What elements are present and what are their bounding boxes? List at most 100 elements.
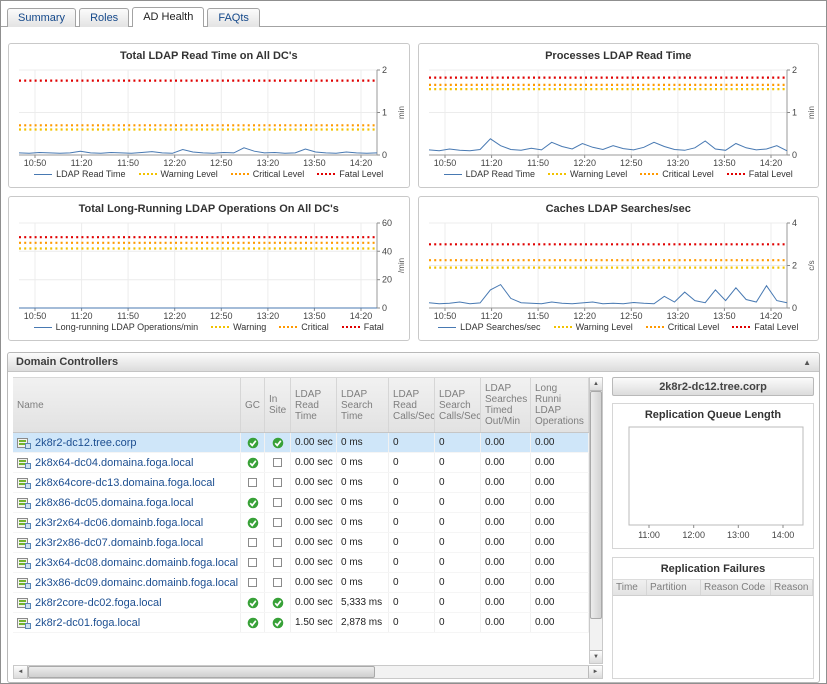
checked-cell xyxy=(241,593,265,612)
column-header[interactable]: Long Runni LDAP Operations xyxy=(531,378,589,432)
dc-name-cell: 2k3x86-dc09.domainc.domainb.foga.local xyxy=(13,573,241,592)
failures-column-header[interactable]: Time xyxy=(613,580,647,595)
horizontal-scroll-track[interactable] xyxy=(28,666,588,678)
caches-ldap-searches-chart: 10:5011:2011:5012:2012:5013:2013:5014:20… xyxy=(421,217,817,321)
svg-text:14:20: 14:20 xyxy=(759,311,782,321)
column-header[interactable]: LDAP Search Time xyxy=(337,378,389,432)
svg-text:60: 60 xyxy=(382,218,392,228)
legend-symbol xyxy=(211,326,229,328)
scroll-right-button[interactable]: ► xyxy=(588,666,602,678)
unchecked-cell xyxy=(265,513,291,532)
svg-text:11:50: 11:50 xyxy=(117,311,139,321)
tab-faqts[interactable]: FAQts xyxy=(207,8,260,27)
legend-symbol xyxy=(231,173,249,175)
table-cell: 0 ms xyxy=(337,493,389,512)
processes-ldap-read-time-chart: 10:5011:2011:5012:2012:5013:2013:5014:20… xyxy=(421,64,817,168)
caches-ldap-searches-chart-panel: Caches LDAP Searches/sec 10:5011:2011:50… xyxy=(418,196,820,341)
legend-symbol xyxy=(342,326,360,328)
checked-cell xyxy=(241,453,265,472)
tab-summary[interactable]: Summary xyxy=(7,8,76,27)
table-row[interactable]: 2k8r2core-dc02.foga.local0.00 sec5,333 m… xyxy=(13,593,589,613)
collapse-panel-icon[interactable]: ▲ xyxy=(803,358,811,367)
legend-item: LDAP Read Time xyxy=(34,169,125,179)
unchecked-checkbox-icon xyxy=(273,498,282,507)
table-cell: 0 xyxy=(435,533,481,552)
table-cell: 2,878 ms xyxy=(337,613,389,632)
table-cell: 0.00 xyxy=(481,613,531,632)
table-row[interactable]: 2k3x86-dc09.domainc.domainb.foga.local0.… xyxy=(13,573,589,593)
svg-text:13:50: 13:50 xyxy=(303,311,326,321)
column-header[interactable]: LDAP Search Calls/Sec xyxy=(435,378,481,432)
svg-text:12:00: 12:00 xyxy=(682,530,705,540)
column-header[interactable]: LDAP Read Calls/Sec xyxy=(389,378,435,432)
table-row[interactable]: 2k3x64-dc08.domainc.domainb.foga.local0.… xyxy=(13,553,589,573)
replication-queue-plot: 11:0012:0013:0014:00 xyxy=(613,423,813,541)
domain-controller-icon xyxy=(17,437,31,449)
chart-plot: 10:5011:2011:5012:2012:5013:2013:5014:20… xyxy=(11,217,407,321)
table-cell: 0.00 xyxy=(481,593,531,612)
check-icon xyxy=(247,437,259,449)
domain-controller-icon xyxy=(17,557,31,569)
legend-symbol xyxy=(646,326,664,328)
domain-controllers-panel: Domain Controllers ▲ NameGCIn SiteLDAP R… xyxy=(7,352,820,683)
domain-controller-icon xyxy=(17,477,31,489)
tab-roles[interactable]: Roles xyxy=(79,8,129,27)
failures-column-header[interactable]: Reason xyxy=(771,580,813,595)
column-header[interactable]: GC xyxy=(241,378,265,432)
svg-text:11:50: 11:50 xyxy=(527,158,549,168)
failures-column-header[interactable]: Reason Code xyxy=(701,580,771,595)
dc-name: 2k3r2x86-dc07.domainb.foga.local xyxy=(35,537,203,549)
scroll-left-button[interactable]: ◄ xyxy=(14,666,28,678)
table-row[interactable]: 2k8r2-dc01.foga.local1.50 sec2,878 ms000… xyxy=(13,613,589,633)
table-cell: 0 ms xyxy=(337,513,389,532)
failures-column-header[interactable]: Partition xyxy=(647,580,701,595)
vertical-scroll-thumb[interactable] xyxy=(590,391,602,619)
legend-symbol xyxy=(554,326,572,328)
unchecked-cell xyxy=(241,573,265,592)
domain-controllers-header[interactable]: Domain Controllers ▲ xyxy=(8,353,819,372)
table-row[interactable]: 2k8x64-dc04.domaina.foga.local0.00 sec0 … xyxy=(13,453,589,473)
table-cell: 0 ms xyxy=(337,553,389,572)
unchecked-cell xyxy=(265,553,291,572)
legend-symbol xyxy=(34,174,52,175)
chart-title: Processes LDAP Read Time xyxy=(421,50,817,62)
legend-symbol xyxy=(279,326,297,328)
legend-label: Warning xyxy=(233,322,266,332)
scroll-down-button[interactable]: ▼ xyxy=(590,650,602,663)
column-header[interactable]: LDAP Searches Timed Out/Min xyxy=(481,378,531,432)
column-header[interactable]: In Site xyxy=(265,378,291,432)
table-horizontal-scrollbar[interactable]: ◄ ► xyxy=(13,665,603,679)
scroll-up-button[interactable]: ▲ xyxy=(590,378,602,391)
horizontal-scroll-thumb[interactable] xyxy=(28,666,375,678)
legend-symbol xyxy=(732,326,750,328)
domain-controller-icon xyxy=(17,457,31,469)
charts-grid: Total LDAP Read Time on All DC's 10:5011… xyxy=(1,27,826,346)
table-row[interactable]: 2k8r2-dc12.tree.corp0.00 sec0 ms000.000.… xyxy=(13,433,589,453)
vertical-scroll-track[interactable] xyxy=(590,391,602,650)
tab-ad-health[interactable]: AD Health xyxy=(132,7,204,27)
selected-dc-detail-panel: 2k8r2-dc12.tree.corp Replication Queue L… xyxy=(612,377,814,679)
table-row[interactable]: 2k8x64core-dc13.domaina.foga.local0.00 s… xyxy=(13,473,589,493)
column-header[interactable]: LDAP Read Time xyxy=(291,378,337,432)
svg-text:11:20: 11:20 xyxy=(480,158,502,168)
table-cell: 0 ms xyxy=(337,453,389,472)
table-cell: 0 xyxy=(389,573,435,592)
dc-name-cell: 2k8x86-dc05.domaina.foga.local xyxy=(13,493,241,512)
svg-text:0: 0 xyxy=(382,150,387,160)
checked-cell xyxy=(265,433,291,452)
unchecked-cell xyxy=(265,453,291,472)
table-cell: 0 xyxy=(389,613,435,632)
table-row[interactable]: 2k3r2x86-dc07.domainb.foga.local0.00 sec… xyxy=(13,533,589,553)
legend-item: Critical Level xyxy=(640,169,714,179)
svg-text:11:50: 11:50 xyxy=(117,158,139,168)
table-vertical-scrollbar[interactable]: ▲ ▼ xyxy=(589,377,603,664)
svg-text:14:20: 14:20 xyxy=(759,158,782,168)
total-ldap-read-time-chart: 10:5011:2011:5012:2012:5013:2013:5014:20… xyxy=(11,64,407,168)
replication-queue-box: Replication Queue Length 11:0012:0013:00… xyxy=(612,403,814,549)
dc-name: 2k3r2x64-dc06.domainb.foga.local xyxy=(35,517,203,529)
table-row[interactable]: 2k8x86-dc05.domaina.foga.local0.00 sec0 … xyxy=(13,493,589,513)
column-header[interactable]: Name xyxy=(13,378,241,432)
table-cell: 0 xyxy=(435,573,481,592)
table-row[interactable]: 2k3r2x64-dc06.domainb.foga.local0.00 sec… xyxy=(13,513,589,533)
long-running-ldap-operations-chart: 10:5011:2011:5012:2012:5013:2013:5014:20… xyxy=(11,217,407,321)
